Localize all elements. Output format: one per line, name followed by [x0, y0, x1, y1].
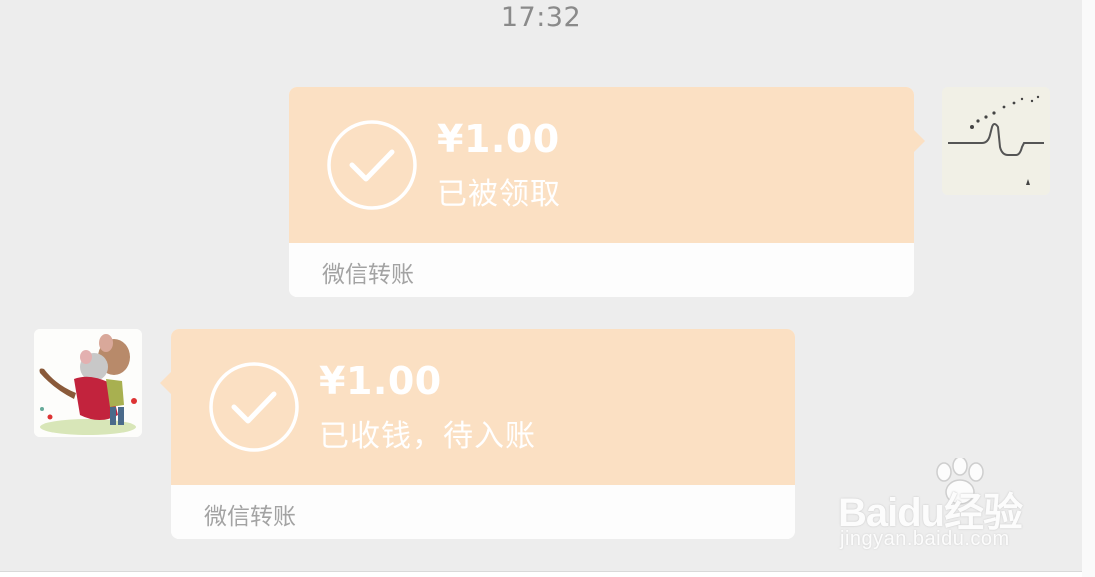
check-circle-icon	[327, 120, 417, 210]
transfer-amount: ¥1.00	[437, 117, 560, 161]
transfer-bubble-received[interactable]: ¥1.00 已收钱，待入账 微信转账	[160, 329, 795, 539]
bubble-tail	[913, 129, 925, 153]
avatar-contact[interactable]	[34, 329, 142, 437]
mice-illustration-avatar-image	[34, 329, 142, 437]
avatar-self[interactable]	[942, 87, 1050, 195]
transfer-bubble-footer: 微信转账	[171, 485, 795, 539]
transfer-footer-label: 微信转账	[322, 262, 414, 288]
scrollbar-track	[1082, 0, 1095, 577]
transfer-status: 已被领取	[437, 177, 561, 212]
watermark-url: jingyan.baidu.com	[840, 528, 1010, 550]
bubble-tail	[160, 371, 172, 395]
transfer-bubble-header: ¥1.00 已收钱，待入账	[171, 329, 795, 485]
check-circle-icon	[209, 362, 299, 452]
transfer-bubble-header: ¥1.00 已被领取	[289, 87, 914, 243]
transfer-status: 已收钱，待入账	[319, 419, 536, 454]
transfer-bubble-sent[interactable]: ¥1.00 已被领取 微信转账	[289, 87, 925, 297]
transfer-bubble-footer: 微信转账	[289, 243, 914, 297]
baidu-watermark: Baidu经验 jingyan.baidu.com	[838, 458, 1038, 553]
transfer-footer-label: 微信转账	[204, 504, 296, 530]
transfer-amount: ¥1.00	[319, 359, 442, 403]
message-timestamp: 17:32	[500, 2, 582, 33]
landscape-avatar-image	[942, 87, 1050, 195]
